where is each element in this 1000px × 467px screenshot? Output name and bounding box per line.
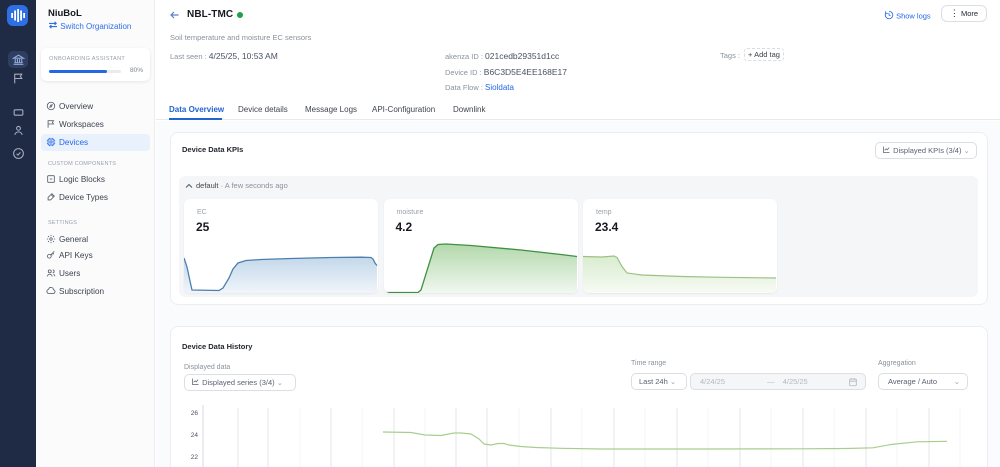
- svg-text:22: 22: [191, 454, 199, 461]
- svg-text:26: 26: [191, 410, 199, 417]
- svg-text:24: 24: [191, 432, 199, 439]
